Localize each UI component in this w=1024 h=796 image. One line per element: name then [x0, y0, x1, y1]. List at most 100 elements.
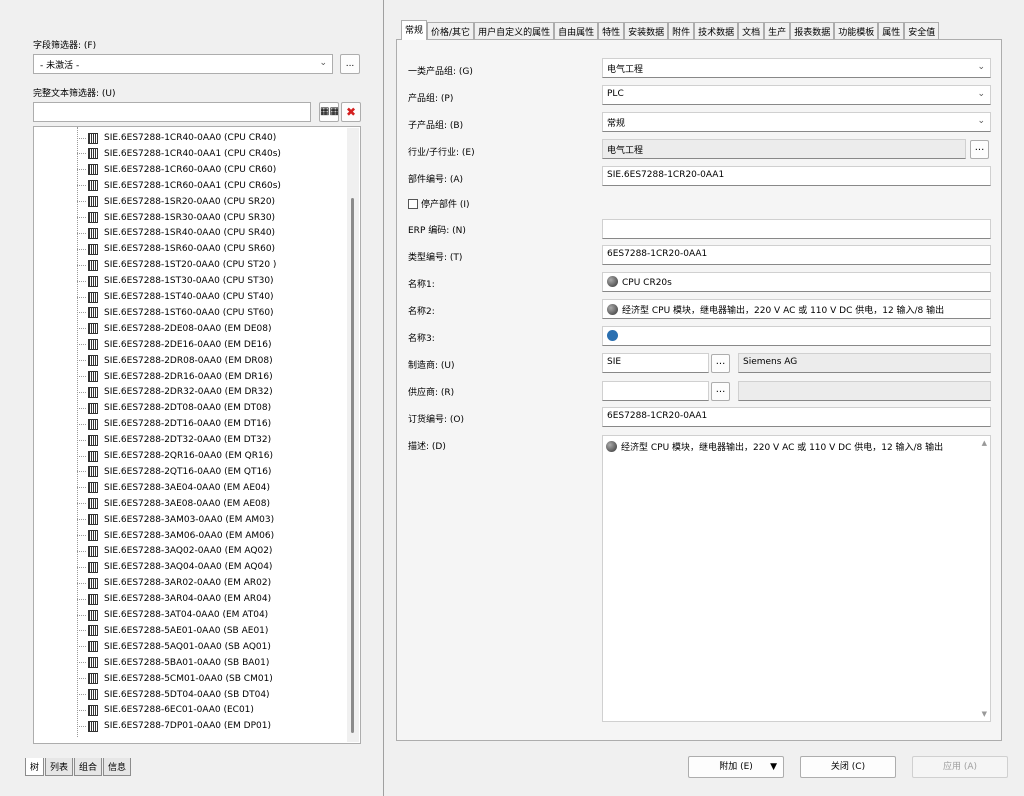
tree-item[interactable]: SIE.6ES7288-2QT16-0AA0 (EM QT16) [77, 464, 271, 480]
tree-item[interactable]: SIE.6ES7288-1SR30-0AA0 (CPU SR30) [77, 210, 275, 226]
tree-item[interactable]: SIE.6ES7288-2DR08-0AA0 (EM DR08) [77, 353, 273, 369]
tree-item[interactable]: SIE.6ES7288-5CM01-0AA0 (SB CM01) [77, 671, 273, 687]
product-tree[interactable]: SIE.6ES7288-1CR40-0AA0 (CPU CR40) SIE.6ES… [33, 126, 361, 744]
tree-item[interactable]: SIE.6ES7288-2DT08-0AA0 (EM DT08) [77, 400, 271, 416]
scroll-up-icon[interactable]: ▲ [982, 439, 987, 447]
tab-technical-data[interactable]: 技术数据 [694, 22, 739, 40]
plc-module-icon [88, 418, 98, 430]
manufacturer-browse-button[interactable]: ... [711, 354, 730, 373]
plc-module-icon [88, 355, 98, 367]
tab-price-other[interactable]: 价格/其它 [427, 22, 475, 40]
tree-item-label: SIE.6ES7288-2DT16-0AA0 (EM DT16) [104, 419, 272, 430]
tree-item[interactable]: SIE.6ES7288-1SR20-0AA0 (CPU SR20) [77, 194, 275, 210]
binoculars-search-button[interactable]: ▦▦ [319, 102, 339, 122]
tab-safety-values[interactable]: 安全值 [904, 22, 940, 40]
tree-item[interactable]: SIE.6ES7288-5BA01-0AA0 (SB BA01) [77, 655, 269, 671]
tab-documents[interactable]: 文档 [738, 22, 765, 40]
tree-item[interactable]: SIE.6ES7288-3AT04-0AA0 (EM AT04) [77, 607, 268, 623]
text-filter-input[interactable] [33, 102, 311, 122]
tab-production[interactable]: 生产 [764, 22, 791, 40]
manufacturer-code-input[interactable]: SIE [602, 353, 709, 373]
tab-mounting-data[interactable]: 安装数据 [624, 22, 669, 40]
description-textarea[interactable]: 经济型 CPU 模块，继电器输出，220 V AC 或 110 V DC 供电，… [602, 435, 991, 722]
erp-input[interactable] [602, 219, 991, 239]
tree-item[interactable]: SIE.6ES7288-5AE01-0AA0 (SB AE01) [77, 623, 268, 639]
tree-item[interactable]: SIE.6ES7288-2DR16-0AA0 (EM DR16) [77, 369, 273, 385]
product-group-select[interactable]: 电气工程 ⌄ [602, 58, 991, 78]
right-panel: 常规 价格/其它 用户自定义的属性 自由属性 特性 安装数据 附件 技术数据 文… [386, 0, 1024, 796]
tree-item[interactable]: SIE.6ES7288-2DT16-0AA0 (EM DT16) [77, 416, 271, 432]
tree-item[interactable]: SIE.6ES7288-3AR02-0AA0 (EM AR02) [77, 575, 271, 591]
field-filter-button[interactable]: ... [340, 54, 360, 74]
tab-features[interactable]: 特性 [598, 22, 625, 40]
type-number-input[interactable]: 6ES7288-1CR20-0AA1 [602, 245, 991, 265]
group-select[interactable]: PLC ⌄ [602, 85, 991, 105]
field-filter-select[interactable]: - 未激活 - ⌄ [33, 54, 333, 74]
globe-icon [607, 304, 618, 315]
tree-item[interactable]: SIE.6ES7288-1ST20-0AA0 (CPU ST20 ) [77, 257, 276, 273]
tree-item[interactable]: SIE.6ES7288-2DE08-0AA0 (EM DE08) [77, 321, 272, 337]
tree-item[interactable]: SIE.6ES7288-2DR32-0AA0 (EM DR32) [77, 384, 273, 400]
tree-item[interactable]: SIE.6ES7288-3AE04-0AA0 (EM AE04) [77, 480, 270, 496]
supplier-code-input[interactable] [602, 381, 709, 401]
attach-button[interactable]: 附加 (E) ▼ [688, 756, 784, 778]
supplier-browse-button[interactable]: ... [711, 382, 730, 401]
tree-scrollbar-thumb[interactable] [351, 198, 354, 733]
tree-item[interactable]: SIE.6ES7288-7DP01-0AA0 (EM DP01) [77, 718, 271, 734]
tree-item[interactable]: SIE.6ES7288-1CR40-0AA1 (CPU CR40s) [77, 146, 281, 162]
name1-label: 名称1: [408, 280, 435, 290]
subgroup-select[interactable]: 常规 ⌄ [602, 112, 991, 132]
tab-report-data[interactable]: 报表数据 [790, 22, 835, 40]
tree-item[interactable]: SIE.6ES7288-1SR40-0AA0 (CPU SR40) [77, 225, 275, 241]
name1-input[interactable]: CPU CR20s [602, 272, 991, 292]
tree-connector [77, 280, 86, 282]
tab-function-template[interactable]: 功能模板 [834, 22, 879, 40]
tree-item[interactable]: SIE.6ES7288-3AE08-0AA0 (EM AE08) [77, 496, 270, 512]
tree-item[interactable]: SIE.6ES7288-5AQ01-0AA0 (SB AQ01) [77, 639, 271, 655]
checkbox-box[interactable] [408, 198, 418, 209]
tree-item-label: SIE.6ES7288-7DP01-0AA0 (EM DP01) [104, 721, 271, 732]
tree-item[interactable]: SIE.6ES7288-1CR60-0AA1 (CPU CR60s) [77, 178, 281, 194]
tab-info[interactable]: 信息 [103, 758, 132, 776]
tab-properties[interactable]: 属性 [878, 22, 905, 40]
tree-item[interactable]: SIE.6ES7288-1ST40-0AA0 (CPU ST40) [77, 289, 274, 305]
industry-browse-button[interactable]: ... [970, 140, 989, 159]
tree-item[interactable]: SIE.6ES7288-3AM06-0AA0 (EM AM06) [77, 528, 274, 544]
tab-free-properties[interactable]: 自由属性 [554, 22, 599, 40]
discontinued-checkbox[interactable]: 停产部件 (I) [408, 197, 470, 210]
tree-item[interactable]: SIE.6ES7288-2DT32-0AA0 (EM DT32) [77, 432, 271, 448]
tree-item[interactable]: SIE.6ES7288-3AR04-0AA0 (EM AR04) [77, 591, 271, 607]
order-number-input[interactable]: 6ES7288-1CR20-0AA1 [602, 407, 991, 427]
tree-item[interactable]: SIE.6ES7288-3AM03-0AA0 (EM AM03) [77, 512, 274, 528]
tree-item[interactable]: SIE.6ES7288-1CR60-0AA0 (CPU CR60) [77, 162, 276, 178]
tree-item[interactable]: SIE.6ES7288-1ST60-0AA0 (CPU ST60) [77, 305, 274, 321]
tree-connector [77, 201, 86, 203]
tree-item[interactable]: SIE.6ES7288-2DE16-0AA0 (EM DE16) [77, 337, 272, 353]
name2-input[interactable]: 经济型 CPU 模块，继电器输出，220 V AC 或 110 V DC 供电，… [602, 299, 991, 319]
tab-user-defined-properties[interactable]: 用户自定义的属性 [474, 22, 555, 40]
part-number-input[interactable]: SIE.6ES7288-1CR20-0AA1 [602, 166, 991, 186]
tab-accessories[interactable]: 附件 [668, 22, 695, 40]
tree-item[interactable]: SIE.6ES7288-2QR16-0AA0 (EM QR16) [77, 448, 273, 464]
industry-field: 电气工程 [602, 139, 966, 159]
tree-item[interactable]: SIE.6ES7288-5DT04-0AA0 (SB DT04) [77, 687, 270, 703]
tree-scrollbar[interactable] [347, 128, 359, 742]
tree-item[interactable]: SIE.6ES7288-1SR60-0AA0 (CPU SR60) [77, 241, 275, 257]
tree-item[interactable]: SIE.6ES7288-3AQ02-0AA0 (EM AQ02) [77, 543, 272, 559]
tree-item-label: SIE.6ES7288-1CR60-0AA0 (CPU CR60) [104, 164, 277, 175]
tree-item[interactable]: SIE.6ES7288-3AQ04-0AA0 (EM AQ04) [77, 559, 272, 575]
clear-filter-button[interactable]: ✖ [341, 102, 361, 122]
plc-module-icon [88, 132, 98, 144]
scroll-down-icon[interactable]: ▼ [982, 710, 987, 718]
tree-item[interactable]: SIE.6ES7288-6EC01-0AA0 (EC01) [77, 702, 254, 718]
tree-item[interactable]: SIE.6ES7288-1CR40-0AA0 (CPU CR40) [77, 130, 276, 146]
tab-list[interactable]: 列表 [45, 758, 74, 776]
tree-item-label: SIE.6ES7288-2QT16-0AA0 (EM QT16) [104, 466, 272, 477]
tab-combination[interactable]: 组合 [74, 758, 103, 776]
tab-general[interactable]: 常规 [401, 20, 428, 40]
name3-input[interactable] [602, 326, 991, 346]
close-button[interactable]: 关闭 (C) [800, 756, 896, 778]
tree-item[interactable]: SIE.6ES7288-1ST30-0AA0 (CPU ST30) [77, 273, 274, 289]
apply-button[interactable]: 应用 (A) [912, 756, 1008, 778]
tab-tree[interactable]: 树 [25, 758, 45, 776]
